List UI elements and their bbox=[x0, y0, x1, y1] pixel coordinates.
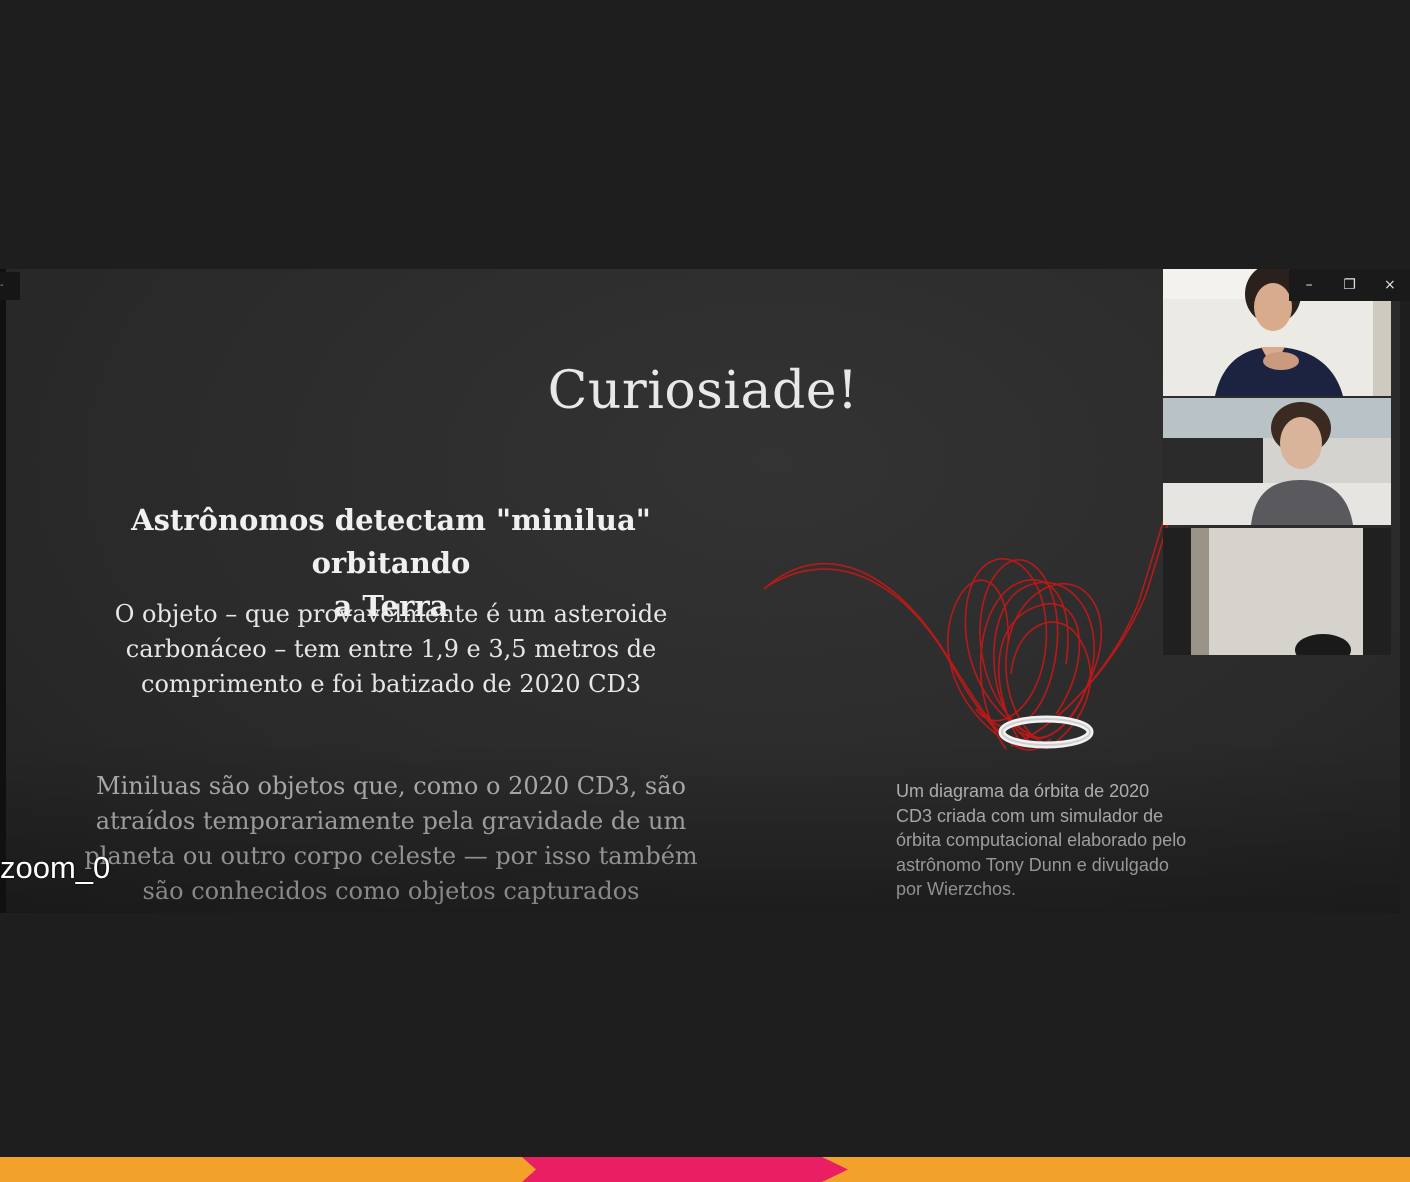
paragraph-line: carbonáceo – tem entre 1,9 e 3,5 metros … bbox=[125, 635, 657, 663]
paragraph-line: O objeto – que provavelmente é um astero… bbox=[114, 600, 668, 628]
participant-video[interactable] bbox=[1163, 528, 1391, 655]
window-controls: – ❐ × bbox=[1289, 269, 1410, 301]
caption-line: órbita computacional elaborado pelo bbox=[896, 830, 1187, 850]
orbit-caption: Um diagrama da órbita de 2020 CD3 criada… bbox=[896, 779, 1236, 902]
slide-paragraph-1: O objeto – que provavelmente é um astero… bbox=[76, 597, 706, 702]
restore-icon[interactable]: ❐ bbox=[1333, 277, 1365, 293]
slide-corner-mark: - bbox=[0, 272, 20, 300]
paragraph-line: comprimento e foi batizado de 2020 CD3 bbox=[141, 670, 641, 698]
minimize-icon[interactable]: – bbox=[1293, 277, 1325, 293]
caption-line: por Wierzchos. bbox=[896, 879, 1017, 899]
caption-line: CD3 criada com um simulador de bbox=[896, 805, 1164, 826]
participant-avatar bbox=[1163, 528, 1391, 655]
slide-paragraph-2: Miniluas são objetos que, como o 2020 CD… bbox=[66, 769, 716, 909]
paragraph-line: Miniluas são objetos que, como o 2020 CD… bbox=[96, 772, 686, 800]
headline-line: Astrônomos detectam "minilua" orbitando bbox=[131, 503, 651, 580]
participant-name-label: zoom_0 bbox=[0, 850, 111, 885]
participant-avatar bbox=[1163, 398, 1391, 525]
caption-line: Um diagrama da órbita de 2020 bbox=[896, 781, 1150, 801]
bottom-brand-arrow bbox=[522, 1157, 848, 1182]
paragraph-line: são conhecidos como objetos capturados bbox=[142, 877, 640, 905]
participant-video[interactable] bbox=[1163, 398, 1391, 525]
caption-line: astrônomo Tony Dunn e divulgado bbox=[896, 854, 1169, 875]
paragraph-line: planeta ou outro corpo celeste — por iss… bbox=[84, 842, 698, 870]
orbit-diagram bbox=[763, 513, 1172, 751]
participant-video-panel bbox=[1163, 269, 1400, 661]
close-icon[interactable]: × bbox=[1374, 277, 1406, 293]
paragraph-line: atraídos temporariamente pela gravidade … bbox=[95, 807, 687, 835]
